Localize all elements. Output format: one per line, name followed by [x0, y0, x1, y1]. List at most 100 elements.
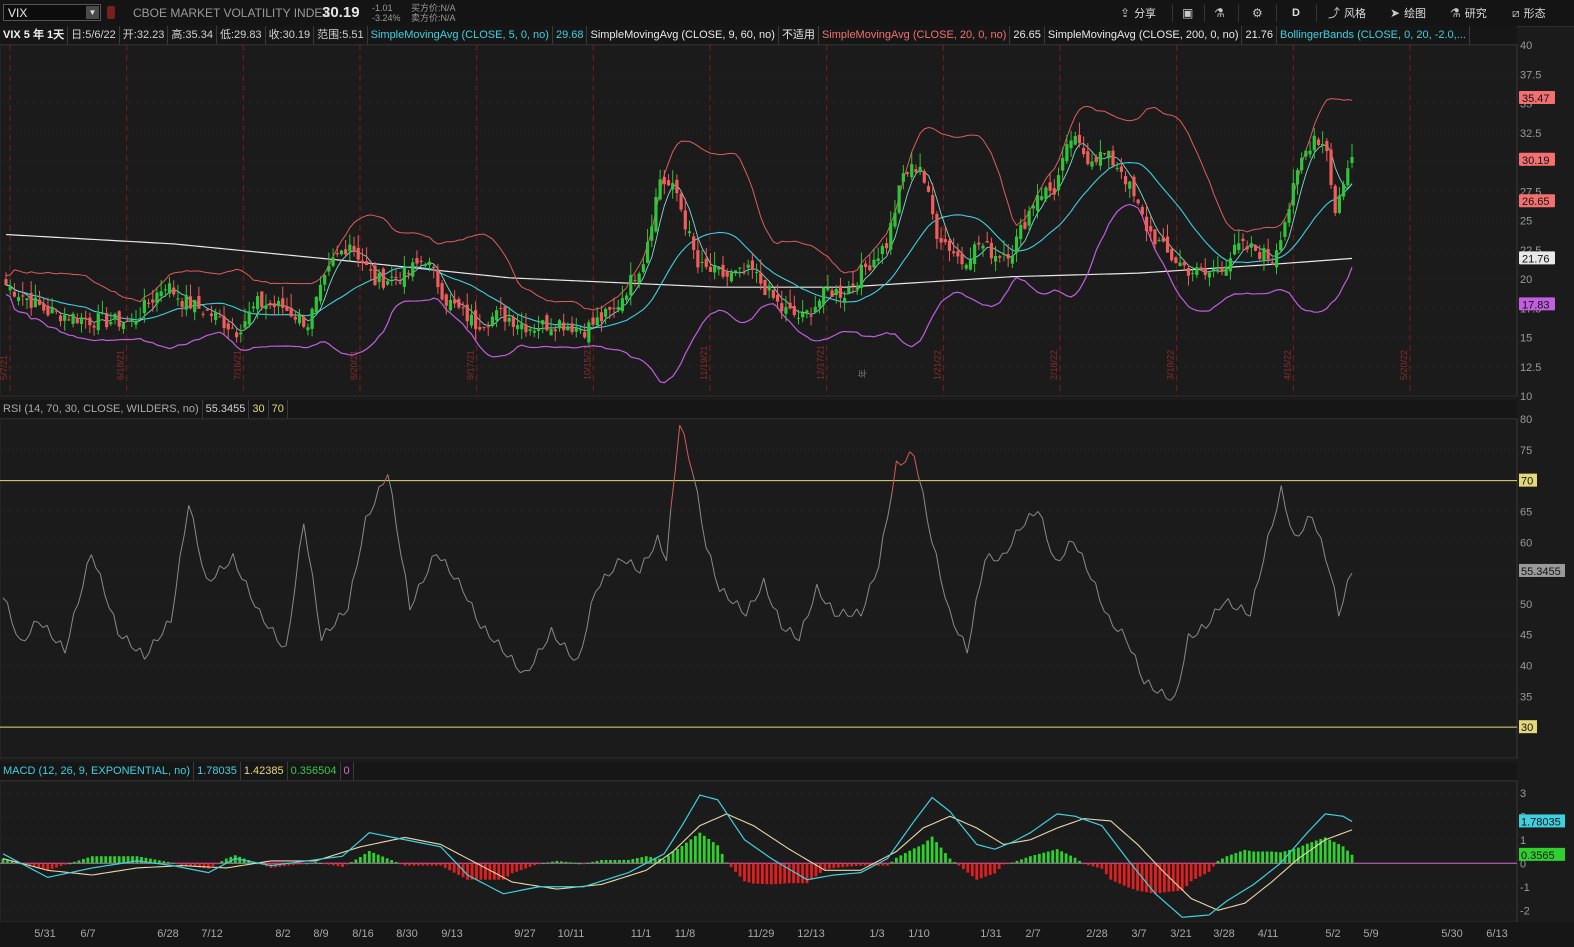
- y-tick-label: 50: [1520, 599, 1532, 611]
- drawing-button[interactable]: ➤ 绘图: [1390, 4, 1426, 22]
- macd-histogram-bar: [671, 851, 675, 864]
- y-tick-label: -2: [1520, 905, 1530, 917]
- study-sma5-label[interactable]: SimpleMovingAvg (CLOSE, 5, 0, no): [368, 26, 553, 44]
- warning-icon[interactable]: !: [4, 49, 18, 63]
- rsi-segment: [807, 603, 813, 617]
- rsi-segment: [183, 505, 190, 535]
- rsi-segment: [214, 565, 221, 578]
- settings-button[interactable]: ⚙: [1252, 4, 1267, 22]
- candle-body: [1207, 272, 1212, 278]
- flag-icon[interactable]: [107, 6, 115, 19]
- macd-histogram-bar: [868, 863, 871, 866]
- rsi-segment: [250, 597, 256, 608]
- rsi-segment: [896, 460, 902, 466]
- x-tick-label: 8/16: [352, 928, 373, 940]
- period-marker-label: 8/20/21: [349, 350, 359, 380]
- rsi-segment: [179, 534, 185, 557]
- candle-body: [541, 320, 545, 325]
- rsi-segment: [988, 553, 995, 562]
- share-button[interactable]: ⇪ 分享: [1120, 4, 1156, 22]
- rsi-segment: [15, 634, 22, 640]
- studies-button[interactable]: ⚗ 研究: [1450, 4, 1487, 22]
- rsi-segment: [210, 576, 216, 582]
- macd-histogram-bar: [1225, 856, 1229, 864]
- macd-histogram-bar: [881, 863, 885, 866]
- macd-histogram-bar: [385, 858, 389, 864]
- x-tick-label: 3/28: [1213, 928, 1234, 940]
- macd-histogram-bar: [207, 863, 210, 869]
- candle-body: [889, 222, 893, 250]
- patterns-button[interactable]: ⧄ 形态: [1512, 4, 1546, 22]
- rsi-segment: [688, 457, 694, 475]
- macd-histogram-bar: [894, 857, 898, 864]
- candle-body: [1040, 196, 1044, 200]
- rsi-segment: [1232, 607, 1238, 611]
- study-sma200-label[interactable]: SimpleMovingAvg (CLOSE, 200, 0, no): [1045, 26, 1243, 44]
- rsi-segment: [1112, 626, 1118, 632]
- chart-canvas[interactable]: 1012.51517.52022.52527.53032.53537.5405/…: [0, 0, 1574, 947]
- candle-body: [1195, 267, 1199, 275]
- macd-histogram-bar: [1274, 851, 1278, 864]
- rsi-segment: [144, 652, 150, 660]
- candle-body: [956, 251, 960, 257]
- macd-histogram-bar: [149, 858, 152, 864]
- flask-button[interactable]: ⚗: [1214, 4, 1229, 22]
- rsi-segment: [170, 593, 176, 623]
- rsi-segment: [971, 599, 977, 631]
- candle-body: [444, 294, 448, 306]
- candle-body: [524, 324, 528, 333]
- toolbar-divider: [1316, 4, 1317, 22]
- macd-histogram-bar: [430, 863, 434, 866]
- macd-histogram-bar: [1149, 863, 1153, 894]
- macd-histogram-bar: [363, 854, 367, 864]
- rsi-label[interactable]: RSI (14, 70, 30, CLOSE, WILDERS, no): [0, 400, 203, 418]
- macd-histogram-bar: [877, 863, 880, 866]
- share-icon: ⇪: [1120, 6, 1131, 20]
- rsi-segment: [829, 602, 835, 617]
- rsi-segment: [931, 542, 937, 554]
- rsi-segment: [869, 578, 875, 585]
- drawing-label: 绘图: [1404, 8, 1427, 20]
- macd-histogram-bar: [1189, 863, 1193, 882]
- macd-pane[interactable]: -2 -1 0 1 2 3 1.78035 0.3565: [0, 780, 1565, 923]
- candle-body: [222, 316, 226, 329]
- price-pane[interactable]: 1012.51517.52022.52527.53032.53537.5405/…: [0, 40, 1555, 922]
- symbol-period[interactable]: VIX 5 年 1天: [0, 26, 69, 44]
- rsi-value-badge-label: 55.3455: [1521, 566, 1561, 578]
- rsi-segment: [378, 483, 384, 488]
- candle-body: [1132, 176, 1136, 197]
- candle-body: [314, 296, 318, 313]
- rsi-segment: [289, 588, 296, 621]
- rsi-pane[interactable]: 3035404550556065707580703055.3455: [0, 414, 1565, 759]
- rsi-segment: [820, 597, 827, 605]
- symbol-input[interactable]: VIX ▼: [3, 4, 101, 21]
- candle-body: [788, 302, 792, 309]
- macd-histogram-bar: [41, 863, 45, 870]
- macd-label[interactable]: MACD (12, 26, 9, EXPONENTIAL, no): [0, 762, 195, 780]
- rsi-segment: [719, 587, 725, 592]
- macd-histogram-bar: [1283, 851, 1287, 864]
- rsi-segment: [1143, 679, 1149, 685]
- macd-histogram-bar: [1140, 863, 1144, 892]
- rsi-segment: [577, 646, 583, 659]
- candle-body: [1111, 150, 1115, 166]
- rsi-segment: [303, 523, 309, 554]
- macd-histogram-bar: [716, 845, 720, 864]
- macd-histogram-bar: [171, 862, 175, 864]
- chevron-down-icon[interactable]: ▼: [86, 6, 99, 19]
- study-sma20-label[interactable]: SimpleMovingAvg (CLOSE, 20, 0, no): [819, 26, 1011, 44]
- layout-button[interactable]: ▣: [1182, 4, 1197, 22]
- candle-body: [830, 290, 834, 297]
- macd-histogram-bar: [425, 863, 429, 866]
- candle-body: [1295, 170, 1300, 185]
- rsi-overbought: 70: [269, 400, 288, 418]
- rsi-segment: [1316, 531, 1322, 539]
- style-button[interactable]: ⤴ 风格: [1328, 4, 1366, 22]
- macd-histogram-bar: [823, 863, 827, 870]
- study-bollinger-label[interactable]: BollingerBands (CLOSE, 0, 20, -2.0,...: [1277, 26, 1470, 44]
- study-sma9-label[interactable]: SimpleMovingAvg (CLOSE, 9, 60, no): [587, 26, 779, 44]
- rsi-segment: [1059, 554, 1065, 562]
- aggregation-button[interactable]: D: [1292, 4, 1300, 22]
- macd-histogram-bar: [323, 863, 327, 865]
- candle-body: [515, 325, 520, 330]
